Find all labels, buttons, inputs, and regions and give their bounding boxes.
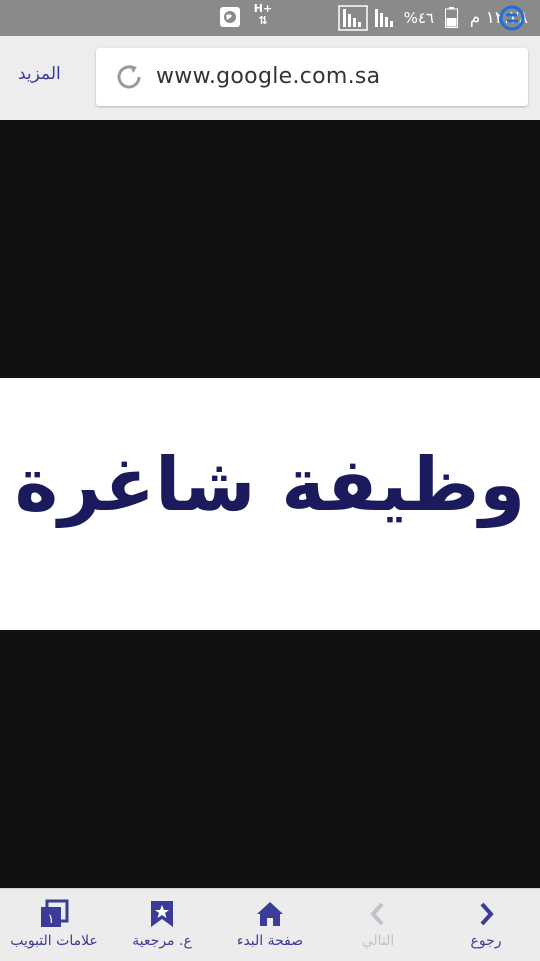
status-bar: ١٢:٢٨ م %٤٦ H+ ⇅ [0,0,540,36]
url-text[interactable]: www.google.com.sa [156,64,380,89]
network-type-icon: H+ ⇅ [253,2,273,27]
forward-label: التالي [361,933,395,949]
job-vacancy-image: وظيفة شاغرة [0,378,540,630]
forward-button[interactable]: التالي [324,889,432,961]
tabs-icon: ١ [41,899,69,927]
page-content: وظيفة شاغرة [0,120,540,888]
tab-count-badge: ١ [48,912,55,927]
tabs-label: علامات التبويب [10,933,98,949]
bookmarks-label: ع. مرجعية [132,933,192,949]
signal-strength-icon [338,5,368,31]
home-icon [257,902,283,926]
bookmark-icon [151,901,173,927]
bottom-navigation: رجوع التالي صفحة البدء ع. مرجعية ١ علاما… [0,888,540,961]
tabs-button[interactable]: ١ علامات التبويب [0,889,108,961]
globe-icon [220,7,240,27]
battery-percentage: %٤٦ [403,9,434,27]
more-menu-button[interactable]: المزيد [18,64,61,84]
battery-icon [445,7,458,28]
reload-icon[interactable] [114,62,144,92]
home-button[interactable]: صفحة البدء [216,889,324,961]
address-bar[interactable]: www.google.com.sa [96,48,528,106]
back-button[interactable]: رجوع [432,889,540,961]
browser-toolbar: المزيد www.google.com.sa [0,36,540,120]
back-label: رجوع [470,933,502,949]
signal-strength-icon-2 [375,9,393,27]
banner-text: وظيفة شاغرة [14,442,526,528]
bookmarks-button[interactable]: ع. مرجعية [108,889,216,961]
network-type-label: H+ [253,2,273,15]
home-label: صفحة البدء [236,933,304,949]
chevron-left-icon [370,902,384,926]
chevron-right-icon [480,902,494,926]
sync-icon [499,5,525,31]
